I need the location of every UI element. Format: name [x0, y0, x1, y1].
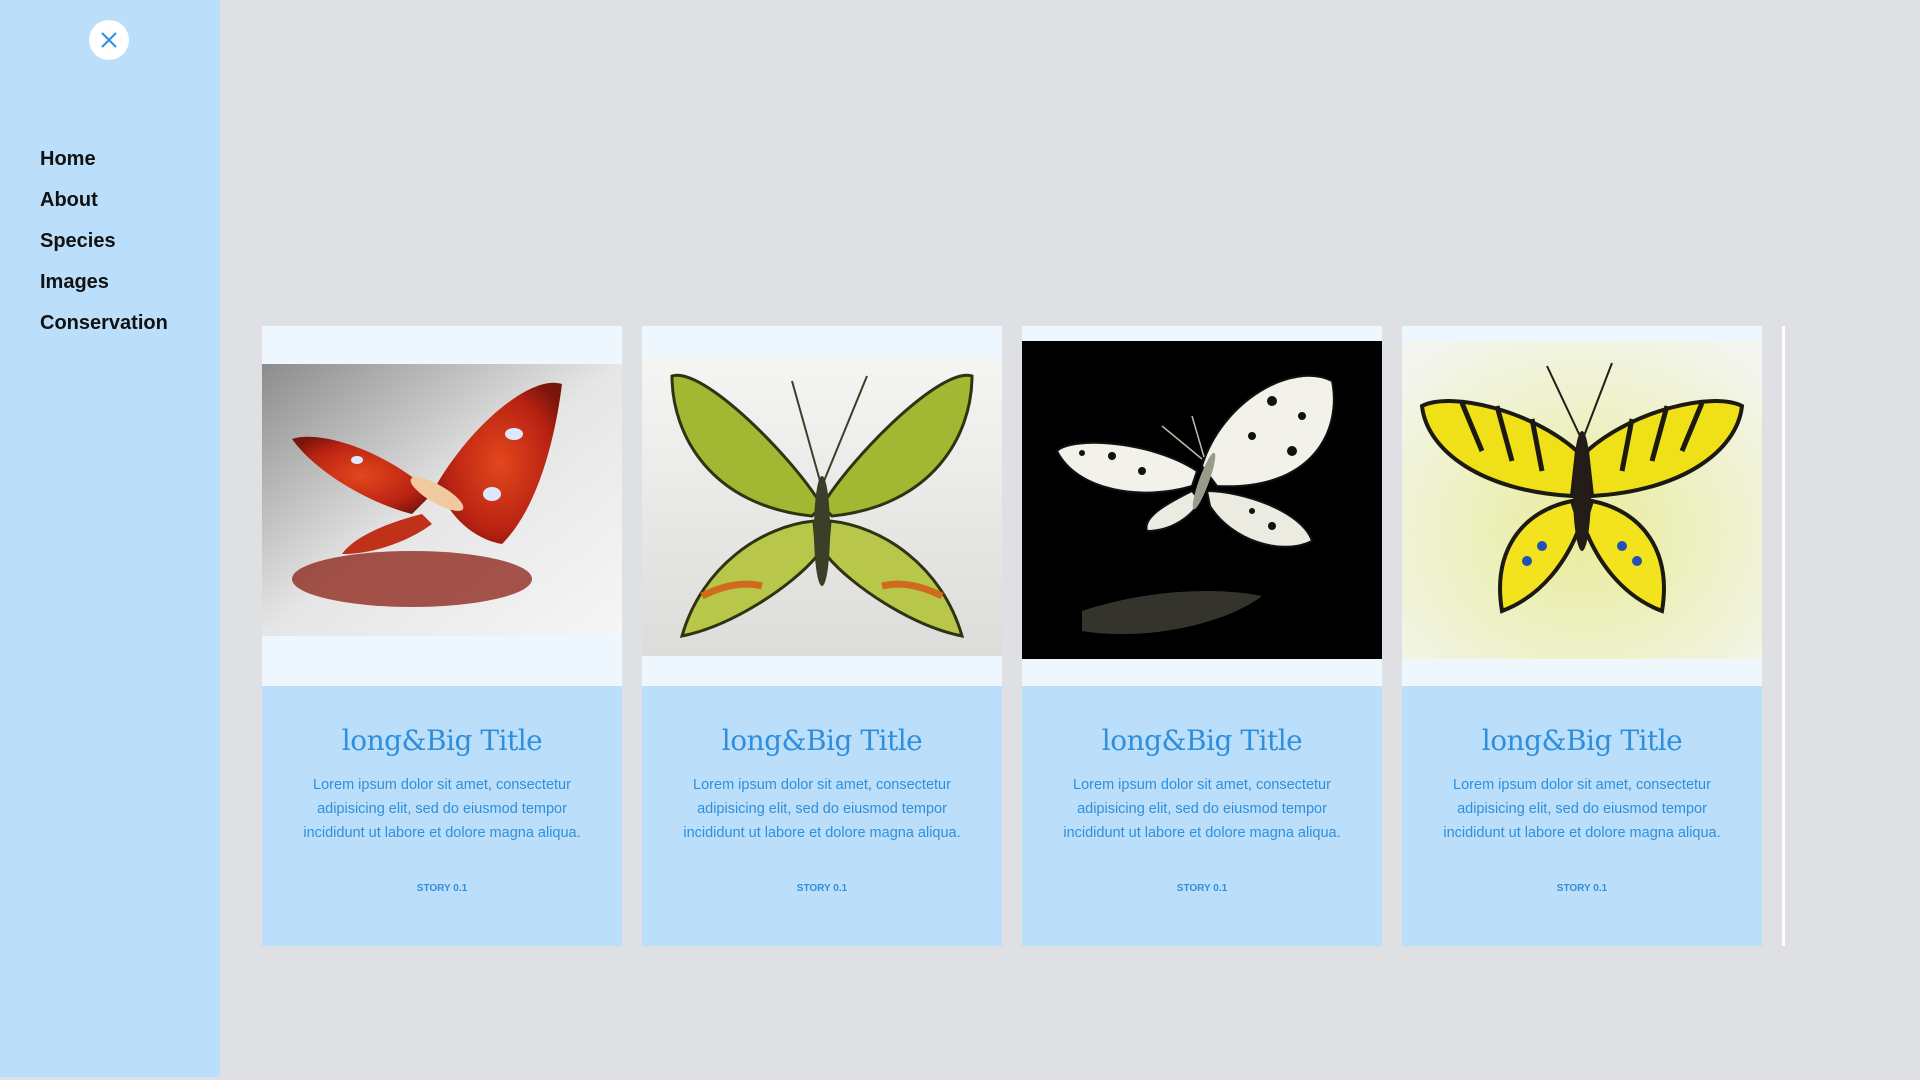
nav-item-species[interactable]: Species — [40, 225, 168, 266]
sidebar: Home About Species Images Conservation — [0, 0, 220, 1077]
story-card[interactable]: long&Big Title Lorem ipsum dolor sit ame… — [262, 326, 622, 946]
sidebar-nav: Home About Species Images Conservation — [40, 143, 168, 348]
card-title: long&Big Title — [1481, 724, 1683, 757]
card-body: long&Big Title Lorem ipsum dolor sit ame… — [262, 686, 622, 894]
card-image-frame — [1022, 326, 1382, 686]
close-icon — [101, 32, 117, 48]
card-image-white-butterfly — [1022, 341, 1382, 659]
card-description: Lorem ipsum dolor sit amet, consectetur … — [1443, 777, 1721, 841]
card-title: long&Big Title — [341, 724, 543, 757]
story-link[interactable]: STORY 0.1 — [262, 883, 622, 894]
card-image-yellow-butterfly — [1402, 341, 1762, 659]
story-card[interactable]: long&Big Title Lorem ipsum dolor sit ame… — [642, 326, 1002, 946]
nav-item-conservation[interactable]: Conservation — [40, 307, 168, 348]
story-card[interactable]: long&Big Title Lorem ipsum dolor sit ame… — [1022, 326, 1382, 946]
card-description: Lorem ipsum dolor sit amet, consectetur … — [303, 777, 581, 841]
card-image-red-moth — [262, 364, 622, 636]
card-title: long&Big Title — [1101, 724, 1303, 757]
card-body: long&Big Title Lorem ipsum dolor sit ame… — [1402, 686, 1762, 894]
card-image-frame — [1402, 326, 1762, 686]
story-card[interactable]: long&Big Title Lorem ipsum dolor sit ame… — [1402, 326, 1762, 946]
card-body: long&Big Title Lorem ipsum dolor sit ame… — [1022, 686, 1382, 894]
story-link[interactable]: STORY 0.1 — [1402, 883, 1762, 894]
card-body: long&Big Title Lorem ipsum dolor sit ame… — [642, 686, 1002, 894]
card-image-green-butterfly — [642, 356, 1002, 656]
nav-item-about[interactable]: About — [40, 184, 168, 225]
nav-item-images[interactable]: Images — [40, 266, 168, 307]
next-card-edge — [1782, 326, 1785, 946]
story-link[interactable]: STORY 0.1 — [642, 883, 1002, 894]
story-link[interactable]: STORY 0.1 — [1022, 883, 1382, 894]
close-button[interactable] — [89, 20, 129, 60]
card-image-frame — [642, 326, 1002, 686]
card-description: Lorem ipsum dolor sit amet, consectetur … — [683, 777, 961, 841]
card-image-frame — [262, 326, 622, 686]
nav-item-home[interactable]: Home — [40, 143, 168, 184]
card-description: Lorem ipsum dolor sit amet, consectetur … — [1063, 777, 1341, 841]
card-title: long&Big Title — [721, 724, 923, 757]
